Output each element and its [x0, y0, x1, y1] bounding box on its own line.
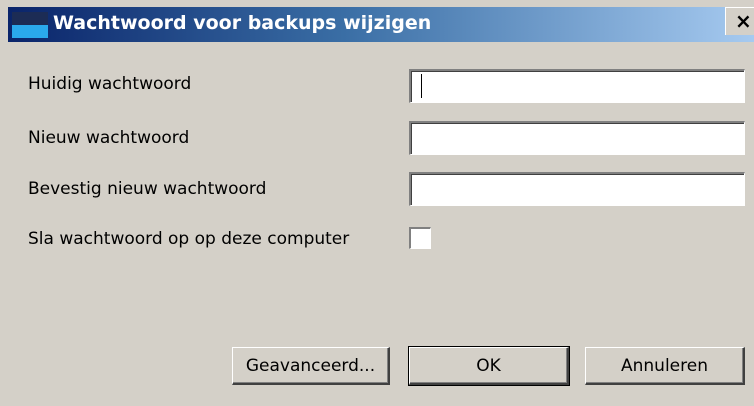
confirm-password-label: Bevestig nieuw wachtwoord	[28, 179, 267, 199]
password-dialog: Wachtwoord voor backups wijzigen × Huidi…	[0, 0, 754, 406]
save-password-label: Sla wachtwoord op op deze computer	[28, 229, 350, 249]
text-caret	[421, 74, 422, 98]
current-password-field[interactable]	[409, 69, 745, 103]
close-button[interactable]: ×	[725, 7, 754, 35]
cancel-button[interactable]: Annuleren	[585, 347, 745, 385]
save-password-checkbox[interactable]	[409, 227, 431, 249]
app-icon	[12, 12, 48, 38]
title-bar[interactable]: Wachtwoord voor backups wijzigen	[8, 7, 754, 42]
close-icon: ×	[735, 9, 752, 33]
ok-button[interactable]: OK	[408, 346, 570, 386]
advanced-button[interactable]: Geavanceerd...	[232, 347, 390, 385]
dialog-title: Wachtwoord voor backups wijzigen	[53, 12, 432, 34]
new-password-label: Nieuw wachtwoord	[28, 128, 190, 148]
current-password-label: Huidig wachtwoord	[28, 74, 192, 94]
new-password-field[interactable]	[409, 121, 745, 155]
confirm-password-field[interactable]	[409, 172, 745, 206]
